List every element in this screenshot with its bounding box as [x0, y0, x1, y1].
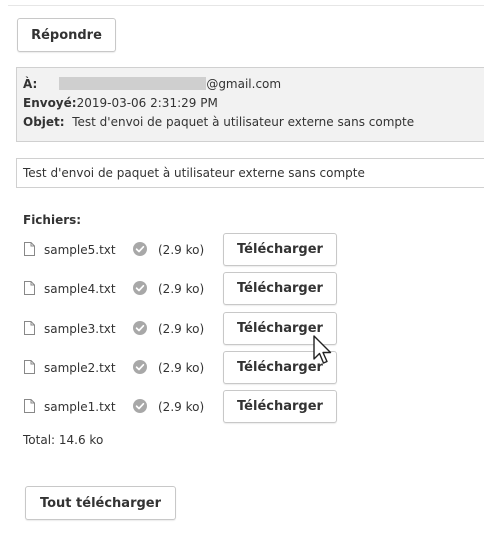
top-divider	[8, 5, 484, 6]
file-icon	[24, 360, 35, 374]
verified-check-icon	[133, 242, 147, 256]
file-size: (2.9 ko)	[158, 400, 205, 414]
sent-label: Envoyé:	[23, 96, 77, 110]
file-row: sample3.txt (2.9 ko) Télécharger	[24, 312, 344, 346]
file-size: (2.9 ko)	[158, 243, 205, 257]
files-total: Total: 14.6 ko	[23, 433, 104, 447]
file-row: sample5.txt (2.9 ko) Télécharger	[24, 233, 344, 267]
verified-check-icon	[133, 281, 147, 295]
file-row: sample4.txt (2.9 ko) Télécharger	[24, 272, 344, 306]
file-row: sample2.txt (2.9 ko) Télécharger	[24, 351, 344, 385]
file-icon	[24, 321, 35, 335]
to-email-domain: @gmail.com	[206, 77, 282, 91]
download-button[interactable]: Télécharger	[223, 272, 337, 305]
verified-check-icon	[133, 321, 147, 335]
files-title: Fichiers:	[23, 213, 82, 227]
sent-value: 2019-03-06 2:31:29 PM	[76, 96, 218, 110]
verified-check-icon	[133, 360, 147, 374]
to-label: À:	[23, 77, 38, 91]
message-header: À: @gmail.com Envoyé:2019-03-06 2:31:29 P…	[16, 67, 484, 142]
message-body: Test d'envoi de paquet à utilisateur ext…	[16, 158, 484, 188]
file-name: sample4.txt	[44, 282, 116, 296]
subject-label: Objet:	[23, 115, 65, 129]
subject-value: Test d'envoi de paquet à utilisateur ext…	[72, 115, 415, 129]
file-name: sample5.txt	[44, 243, 116, 257]
file-row: sample1.txt (2.9 ko) Télécharger	[24, 390, 344, 424]
file-icon	[24, 242, 35, 256]
subject-row: Objet: Test d'envoi de paquet à utilisat…	[23, 114, 414, 130]
file-icon	[24, 281, 35, 295]
reply-button[interactable]: Répondre	[17, 18, 116, 52]
download-button[interactable]: Télécharger	[223, 233, 337, 266]
file-name: sample3.txt	[44, 322, 116, 336]
download-button[interactable]: Télécharger	[223, 312, 337, 345]
sent-row: Envoyé:2019-03-06 2:31:29 PM	[23, 95, 218, 111]
file-size: (2.9 ko)	[158, 322, 205, 336]
file-size: (2.9 ko)	[158, 361, 205, 375]
file-name: sample2.txt	[44, 361, 116, 375]
redacted-email-local-part	[59, 77, 207, 90]
file-icon	[24, 399, 35, 413]
file-name: sample1.txt	[44, 400, 116, 414]
verified-check-icon	[133, 399, 147, 413]
file-size: (2.9 ko)	[158, 282, 205, 296]
to-row: À: @gmail.com	[23, 76, 281, 92]
download-button[interactable]: Télécharger	[223, 351, 337, 384]
download-button[interactable]: Télécharger	[223, 390, 337, 423]
download-all-button[interactable]: Tout télécharger	[25, 486, 176, 520]
